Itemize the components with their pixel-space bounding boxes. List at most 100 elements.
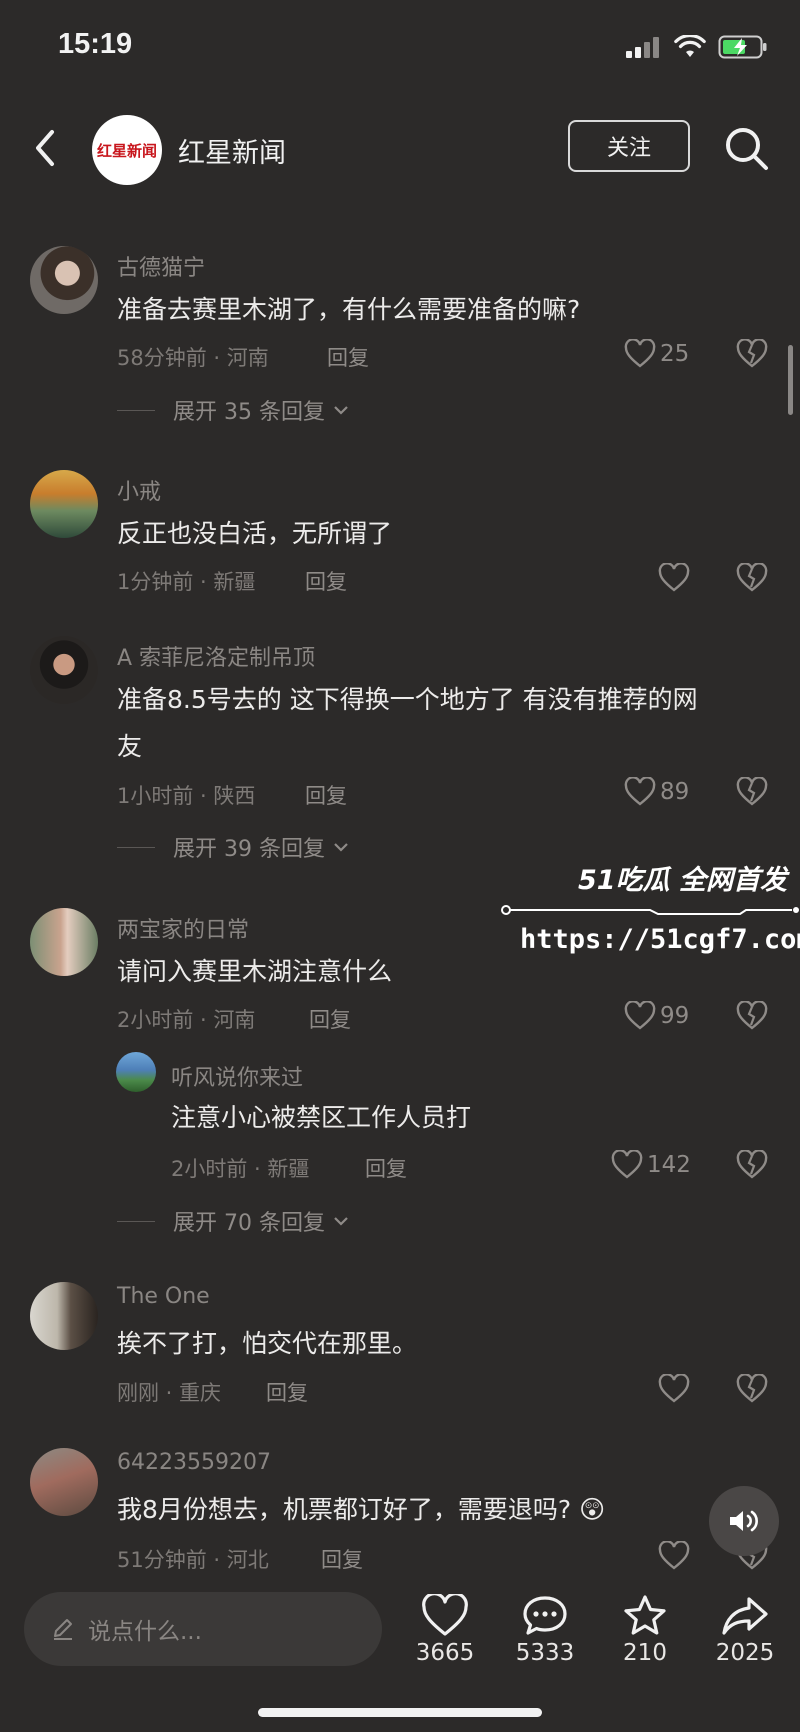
chevron-down-icon: [334, 1217, 348, 1226]
reply-button[interactable]: 回复: [327, 342, 369, 372]
comment-text: 我8月份想去，机票都订好了，需要退吗? 😲: [117, 1488, 605, 1532]
like-button[interactable]: [658, 563, 690, 593]
broken-heart-icon[interactable]: [736, 339, 768, 369]
scrollbar[interactable]: [788, 345, 793, 415]
reply-button[interactable]: 回复: [365, 1153, 407, 1183]
like-button[interactable]: 89: [624, 777, 689, 807]
heart-icon: [624, 1001, 656, 1030]
comment-meta: 1分钟前 · 新疆: [117, 570, 256, 594]
comment-text: 反正也没白活，无所谓了: [117, 519, 393, 548]
divider: [117, 409, 155, 411]
expand-label: 展开 39 条回复: [173, 837, 325, 862]
avatar[interactable]: [30, 1448, 98, 1516]
expand-replies[interactable]: 展开 39 条回复: [117, 831, 349, 863]
divider: [117, 1220, 155, 1222]
comment-meta: 58分钟前 · 河南: [117, 346, 269, 370]
comment-meta: 51分钟前 · 河北: [117, 1548, 269, 1572]
like-count: 25: [660, 341, 690, 367]
comment-meta: 1小时前 · 陕西: [117, 784, 256, 808]
status-icons: [624, 34, 768, 60]
broken-heart-icon[interactable]: [736, 563, 768, 593]
comment-username[interactable]: The One: [117, 1284, 210, 1309]
watermark-url: https://51cgf7.com: [520, 924, 800, 955]
follow-button[interactable]: 关注: [568, 120, 690, 172]
expand-replies[interactable]: 展开 70 条回复: [117, 1205, 349, 1237]
avatar[interactable]: [30, 908, 98, 976]
avatar[interactable]: [116, 1052, 156, 1092]
battery-charging-icon: [718, 35, 767, 59]
avatar[interactable]: [30, 1282, 98, 1350]
heart-icon: [422, 1594, 468, 1636]
reply-text: 注意小心被禁区工作人员打: [171, 1103, 472, 1132]
comment-text: 请问入赛里木湖注意什么: [117, 957, 393, 986]
share-action[interactable]: 2025: [700, 1594, 790, 1666]
broken-heart-icon[interactable]: [736, 1374, 768, 1404]
watermark-circuit-line: [501, 905, 799, 915]
avatar[interactable]: [30, 636, 98, 704]
watermark-title: 51吃瓜 全网首发: [578, 865, 787, 896]
account-name[interactable]: 红星新闻: [178, 131, 286, 170]
comment-input-placeholder: 说点什么...: [88, 1619, 202, 1645]
account-avatar[interactable]: 红星新闻: [92, 115, 162, 185]
comment-username[interactable]: 小戒: [117, 474, 161, 506]
chevron-down-icon: [334, 843, 348, 852]
favorite-action[interactable]: 210: [600, 1594, 690, 1666]
search-icon[interactable]: [724, 126, 770, 172]
comment-text-line: 准备8.5号去的 这下得换一个地方了 有没有推荐的网: [117, 685, 698, 714]
avatar[interactable]: [30, 246, 98, 314]
comment-input[interactable]: 说点什么...: [24, 1592, 382, 1666]
reply-button[interactable]: 回复: [305, 780, 347, 810]
back-icon[interactable]: [30, 126, 60, 170]
reply-button[interactable]: 回复: [305, 566, 347, 596]
heart-icon: [624, 339, 656, 368]
reply-button[interactable]: 回复: [266, 1377, 308, 1407]
broken-heart-icon[interactable]: [736, 1001, 768, 1031]
expand-replies[interactable]: 展开 35 条回复: [117, 394, 349, 426]
divider: [117, 846, 155, 848]
watermark: 51吃瓜 全网首发 https://51cgf7.com: [500, 858, 800, 968]
wifi-icon: [674, 35, 706, 57]
reply-username[interactable]: 听风说你来过: [171, 1060, 303, 1092]
like-action[interactable]: 3665: [400, 1594, 490, 1666]
like-count: 3665: [415, 1640, 475, 1666]
comment-text: 准备去赛里木湖了，有什么需要准备的嘛?: [117, 295, 581, 324]
emoji: 😲: [579, 1495, 606, 1524]
heart-icon: [611, 1150, 643, 1179]
like-button[interactable]: 142: [611, 1150, 691, 1180]
like-button[interactable]: 99: [624, 1001, 689, 1031]
comment-count: 5333: [515, 1640, 575, 1666]
reply-meta: 2小时前 · 新疆: [171, 1157, 310, 1181]
comment-username[interactable]: 两宝家的日常: [117, 912, 249, 944]
expand-label: 展开 35 条回复: [173, 400, 325, 425]
broken-heart-icon[interactable]: [736, 1150, 768, 1180]
comment-username[interactable]: A 索菲尼洛定制吊顶: [117, 640, 315, 672]
avatar[interactable]: [30, 470, 98, 538]
like-button[interactable]: [658, 1541, 690, 1571]
home-indicator[interactable]: [258, 1708, 542, 1717]
comment-action[interactable]: 5333: [500, 1594, 590, 1666]
reply-button[interactable]: 回复: [309, 1004, 351, 1034]
status-time: 15:19: [58, 28, 133, 60]
comment-text-body: 我8月份想去，机票都订好了，需要退吗?: [117, 1495, 572, 1524]
comment-text-line: 友: [117, 732, 143, 761]
comment-meta: 2小时前 · 河南: [117, 1008, 256, 1032]
broken-heart-icon[interactable]: [736, 777, 768, 807]
sound-button[interactable]: [709, 1486, 779, 1556]
comment-username[interactable]: 64223559207: [117, 1450, 271, 1475]
pencil-icon: [54, 1619, 72, 1640]
like-count: 142: [647, 1152, 691, 1178]
heart-icon: [658, 563, 690, 592]
comment-text: 挨不了打，怕交代在那里。: [117, 1329, 418, 1358]
share-arrow-icon: [722, 1597, 768, 1635]
comment-username[interactable]: 古德猫宁: [117, 250, 205, 282]
like-button[interactable]: 25: [624, 339, 689, 369]
heart-icon: [658, 1541, 690, 1570]
star-icon: [624, 1595, 666, 1635]
signal-icon: [626, 37, 659, 58]
expand-label: 展开 70 条回复: [173, 1211, 325, 1236]
reply-button[interactable]: 回复: [321, 1544, 363, 1574]
comment-meta: 刚刚 · 重庆: [117, 1381, 222, 1405]
like-button[interactable]: [658, 1374, 690, 1404]
share-count: 2025: [715, 1640, 775, 1666]
like-count: 89: [660, 779, 690, 805]
